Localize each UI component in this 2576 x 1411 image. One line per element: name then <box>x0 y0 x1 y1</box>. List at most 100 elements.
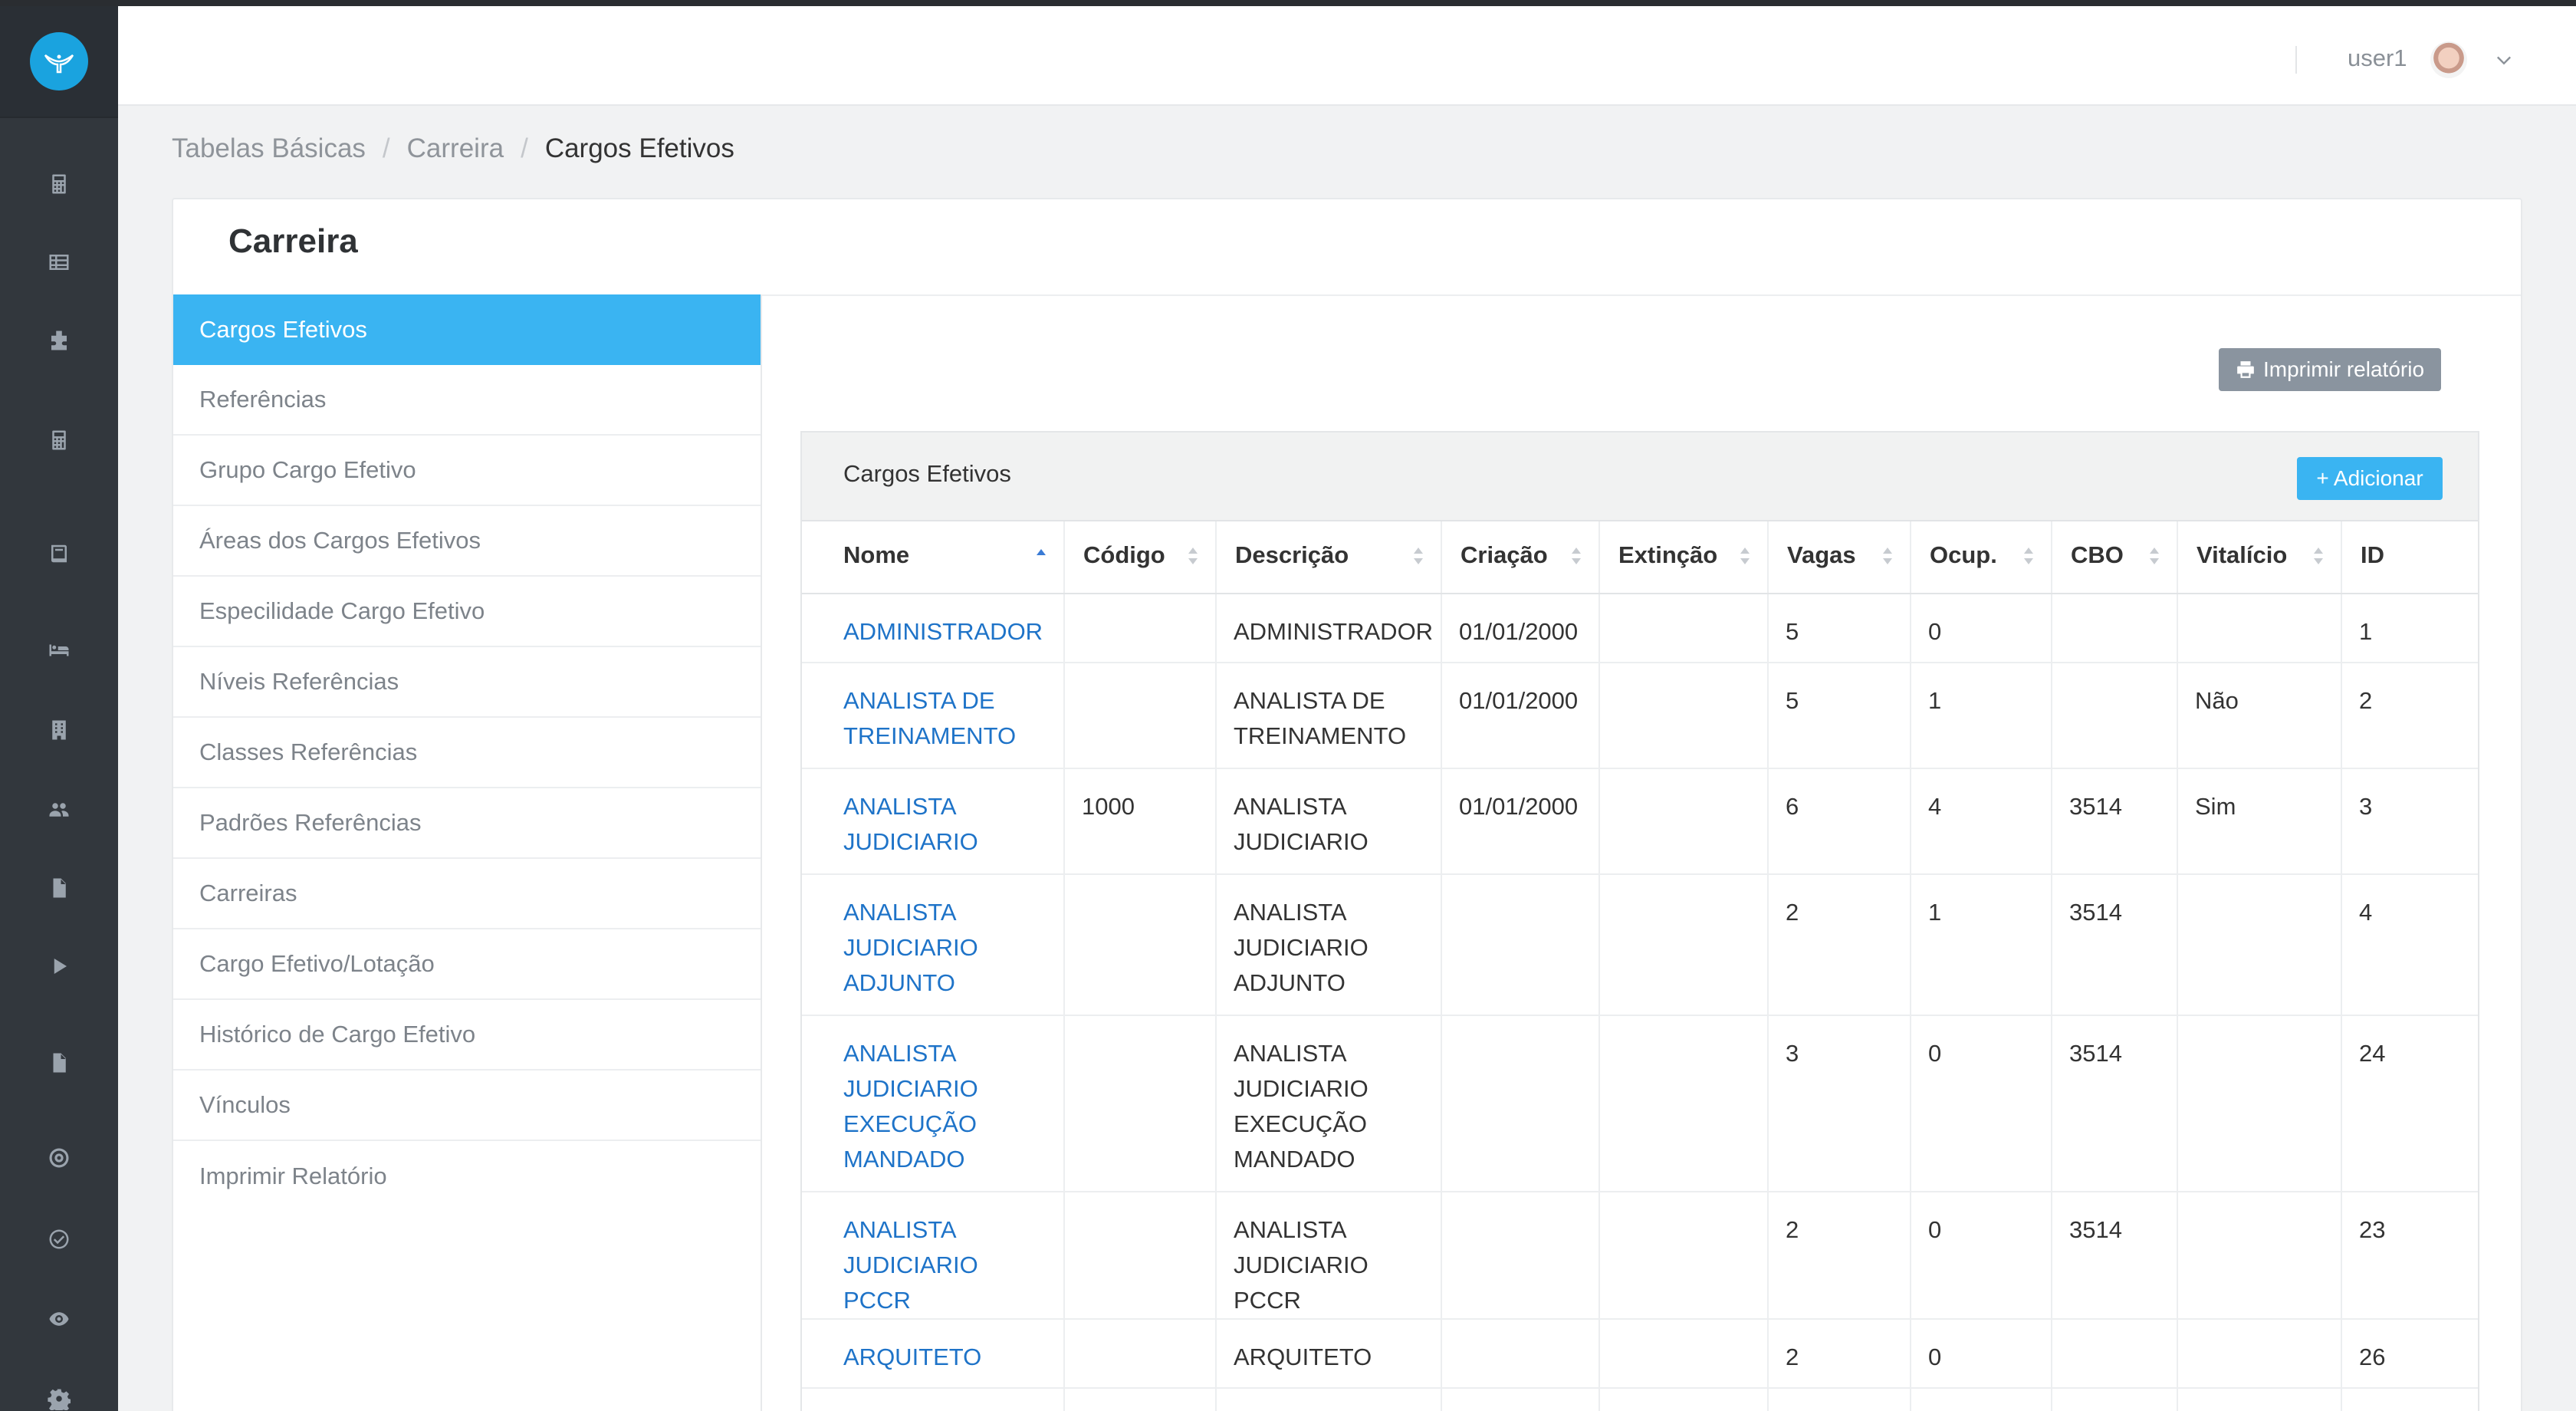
building-icon[interactable] <box>0 707 118 753</box>
cell-nome[interactable]: ASSISTENTE <box>802 1388 1065 1411</box>
menu-item-carreiras[interactable]: Carreiras <box>173 859 761 929</box>
table-row[interactable]: ANALISTA JUDICIARIO EXECUÇÃO MANDADO ANALIST… <box>802 1015 2478 1192</box>
table-row[interactable]: ANALISTA JUDICIARIO 1000 ANALISTA JUDICIARIO… <box>802 768 2478 875</box>
cell-line: JUDICIARIO PCCR <box>1234 1251 1368 1314</box>
calculator-icon[interactable] <box>0 161 118 207</box>
menu-item-imprimir-relatorio[interactable]: Imprimir Relatório <box>173 1141 761 1212</box>
gear-icon[interactable] <box>0 1376 118 1411</box>
cell-line[interactable]: ANALISTA <box>843 1212 1046 1248</box>
column-header-vitalicio[interactable]: Vitalício <box>2177 521 2342 594</box>
cell-line[interactable]: ANALISTA DE <box>843 683 1046 719</box>
cell-line[interactable]: EXECUÇÃO <box>843 1107 1046 1142</box>
column-header-id[interactable]: ID <box>2341 521 2478 594</box>
puzzle-icon[interactable] <box>0 317 118 363</box>
cell-nome[interactable]: ADMINISTRADOR <box>802 594 1065 663</box>
table-row[interactable]: ANALISTA DE TREINAMENTO ANALISTA DE TREINAM… <box>802 663 2478 769</box>
cell-descricao: ADMINISTRADOR <box>1216 594 1442 663</box>
sort-icon[interactable] <box>1571 544 1582 567</box>
cell-line[interactable]: ADJUNTO <box>843 965 1046 1001</box>
cell-vagas: 5 <box>1768 663 1911 769</box>
cell-line: JUDICIARIO <box>1234 934 1368 961</box>
cell-nome[interactable]: ANALISTA JUDICIARIO PCCR <box>802 1192 1065 1320</box>
table-row[interactable]: ADMINISTRADOR ADMINISTRADOR 01/01/2000 5 0 1 <box>802 594 2478 663</box>
file-icon[interactable] <box>0 865 118 911</box>
column-header-ocup[interactable]: Ocup. <box>1911 521 2052 594</box>
cell-line[interactable]: ANALISTA <box>843 895 1046 930</box>
table-row[interactable]: ANALISTA JUDICIARIO PCCR ANALISTA JUDICIARI… <box>802 1192 2478 1320</box>
cell-vitalicio: Não <box>2177 663 2342 769</box>
cell-line[interactable]: JUDICIARIO <box>843 824 1046 860</box>
panel-header: Cargos Efetivos + Adicionar <box>802 433 2478 521</box>
book-icon[interactable] <box>0 531 118 577</box>
cell-line[interactable]: ANALISTA <box>843 1036 1046 1071</box>
cell-nome[interactable]: ANALISTA JUDICIARIO EXECUÇÃO MANDADO <box>802 1015 1065 1192</box>
bed-icon[interactable] <box>0 627 118 673</box>
sort-icon[interactable] <box>1413 544 1424 567</box>
cell-nome[interactable]: ANALISTA JUDICIARIO ADJUNTO <box>802 874 1065 1016</box>
breadcrumb-item-tabelas-basicas[interactable]: Tabelas Básicas <box>172 133 366 164</box>
column-header-vagas[interactable]: Vagas <box>1768 521 1911 594</box>
chevron-down-icon[interactable] <box>2493 49 2515 71</box>
sort-icon[interactable] <box>1188 544 1198 567</box>
print-report-button[interactable]: Imprimir relatório <box>2219 348 2441 391</box>
column-header-cbo[interactable]: CBO <box>2052 521 2178 594</box>
cell-line[interactable]: JUDICIARIO <box>843 930 1046 965</box>
sort-icon[interactable] <box>2149 544 2160 567</box>
cell-line[interactable]: ANALISTA <box>843 789 1046 824</box>
cell-vitalicio <box>2177 1015 2342 1192</box>
cell-descricao: ANALISTA JUDICIARIO ADJUNTO <box>1216 874 1442 1016</box>
menu-item-cargos-efetivos[interactable]: Cargos Efetivos <box>173 294 761 365</box>
users-icon[interactable] <box>0 787 118 833</box>
app-logo[interactable] <box>30 32 88 90</box>
cell-nome[interactable]: ARQUITETO <box>802 1319 1065 1389</box>
breadcrumb-item-carreira[interactable]: Carreira <box>407 133 504 164</box>
sort-asc-icon[interactable] <box>1036 544 1046 567</box>
menu-item-classes-referencias[interactable]: Classes Referências <box>173 718 761 788</box>
cell-nome[interactable]: ANALISTA JUDICIARIO <box>802 768 1065 875</box>
table-list-icon[interactable] <box>0 239 118 285</box>
check-circle-icon[interactable] <box>0 1216 118 1262</box>
sort-icon[interactable] <box>1740 544 1750 567</box>
menu-item-historico-cargo-efetivo[interactable]: Histórico de Cargo Efetivo <box>173 1000 761 1071</box>
menu-item-vinculos[interactable]: Vínculos <box>173 1071 761 1141</box>
menu-item-referencias[interactable]: Referências <box>173 365 761 436</box>
menu-item-especilidade-cargo-efetivo[interactable]: Especilidade Cargo Efetivo <box>173 577 761 647</box>
cell-nome[interactable]: ANALISTA DE TREINAMENTO <box>802 663 1065 769</box>
column-header-extincao[interactable]: Extinção <box>1599 521 1769 594</box>
cell-codigo <box>1064 1015 1217 1192</box>
column-header-codigo[interactable]: Código <box>1064 521 1217 594</box>
cell-line[interactable]: MANDADO <box>843 1142 1046 1177</box>
menu-item-cargo-efetivo-lotacao[interactable]: Cargo Efetivo/Lotação <box>173 929 761 1000</box>
username-label[interactable]: user1 <box>2348 44 2407 72</box>
cell-ocup: 1 <box>1911 874 2052 1016</box>
menu-item-niveis-referencias[interactable]: Níveis Referências <box>173 647 761 718</box>
avatar[interactable] <box>2430 41 2467 78</box>
cell-vitalicio <box>2177 1319 2342 1389</box>
play-icon[interactable] <box>0 943 118 989</box>
cell-ocup: 4 <box>1911 768 2052 875</box>
cell-line[interactable]: ARQUITETO <box>843 1340 1046 1375</box>
column-header-descricao[interactable]: Descrição <box>1216 521 1442 594</box>
menu-item-padroes-referencias[interactable]: Padrões Referências <box>173 788 761 859</box>
table-row[interactable]: ARQUITETO ARQUITETO 2 0 26 <box>802 1319 2478 1389</box>
calculator-icon[interactable] <box>0 417 118 463</box>
cell-line[interactable]: JUDICIARIO PCCR <box>843 1248 1046 1318</box>
menu-item-areas-cargos-efetivos[interactable]: Áreas dos Cargos Efetivos <box>173 506 761 577</box>
file-icon[interactable] <box>0 1040 118 1086</box>
sort-icon[interactable] <box>2023 544 2034 567</box>
cell-line[interactable]: ADMINISTRADOR <box>843 614 1046 650</box>
target-icon[interactable] <box>0 1135 118 1181</box>
cell-line[interactable]: JUDICIARIO <box>843 1071 1046 1107</box>
logo-area[interactable] <box>0 6 118 118</box>
cell-line[interactable]: TREINAMENTO <box>843 719 1046 754</box>
add-button[interactable]: + Adicionar <box>2297 457 2443 500</box>
eye-icon[interactable] <box>0 1296 118 1342</box>
table-row[interactable]: ANALISTA JUDICIARIO ADJUNTO ANALISTA JUDICIA… <box>802 874 2478 1016</box>
bird-logo-icon <box>44 54 74 74</box>
column-header-nome[interactable]: Nome <box>802 521 1065 594</box>
table-row[interactable]: ASSISTENTE ASSISTENTE 31 5 <box>802 1388 2478 1411</box>
sort-icon[interactable] <box>2313 544 2324 567</box>
column-header-criacao[interactable]: Criação <box>1441 521 1600 594</box>
sort-icon[interactable] <box>1882 544 1893 567</box>
menu-item-grupo-cargo-efetivo[interactable]: Grupo Cargo Efetivo <box>173 436 761 506</box>
